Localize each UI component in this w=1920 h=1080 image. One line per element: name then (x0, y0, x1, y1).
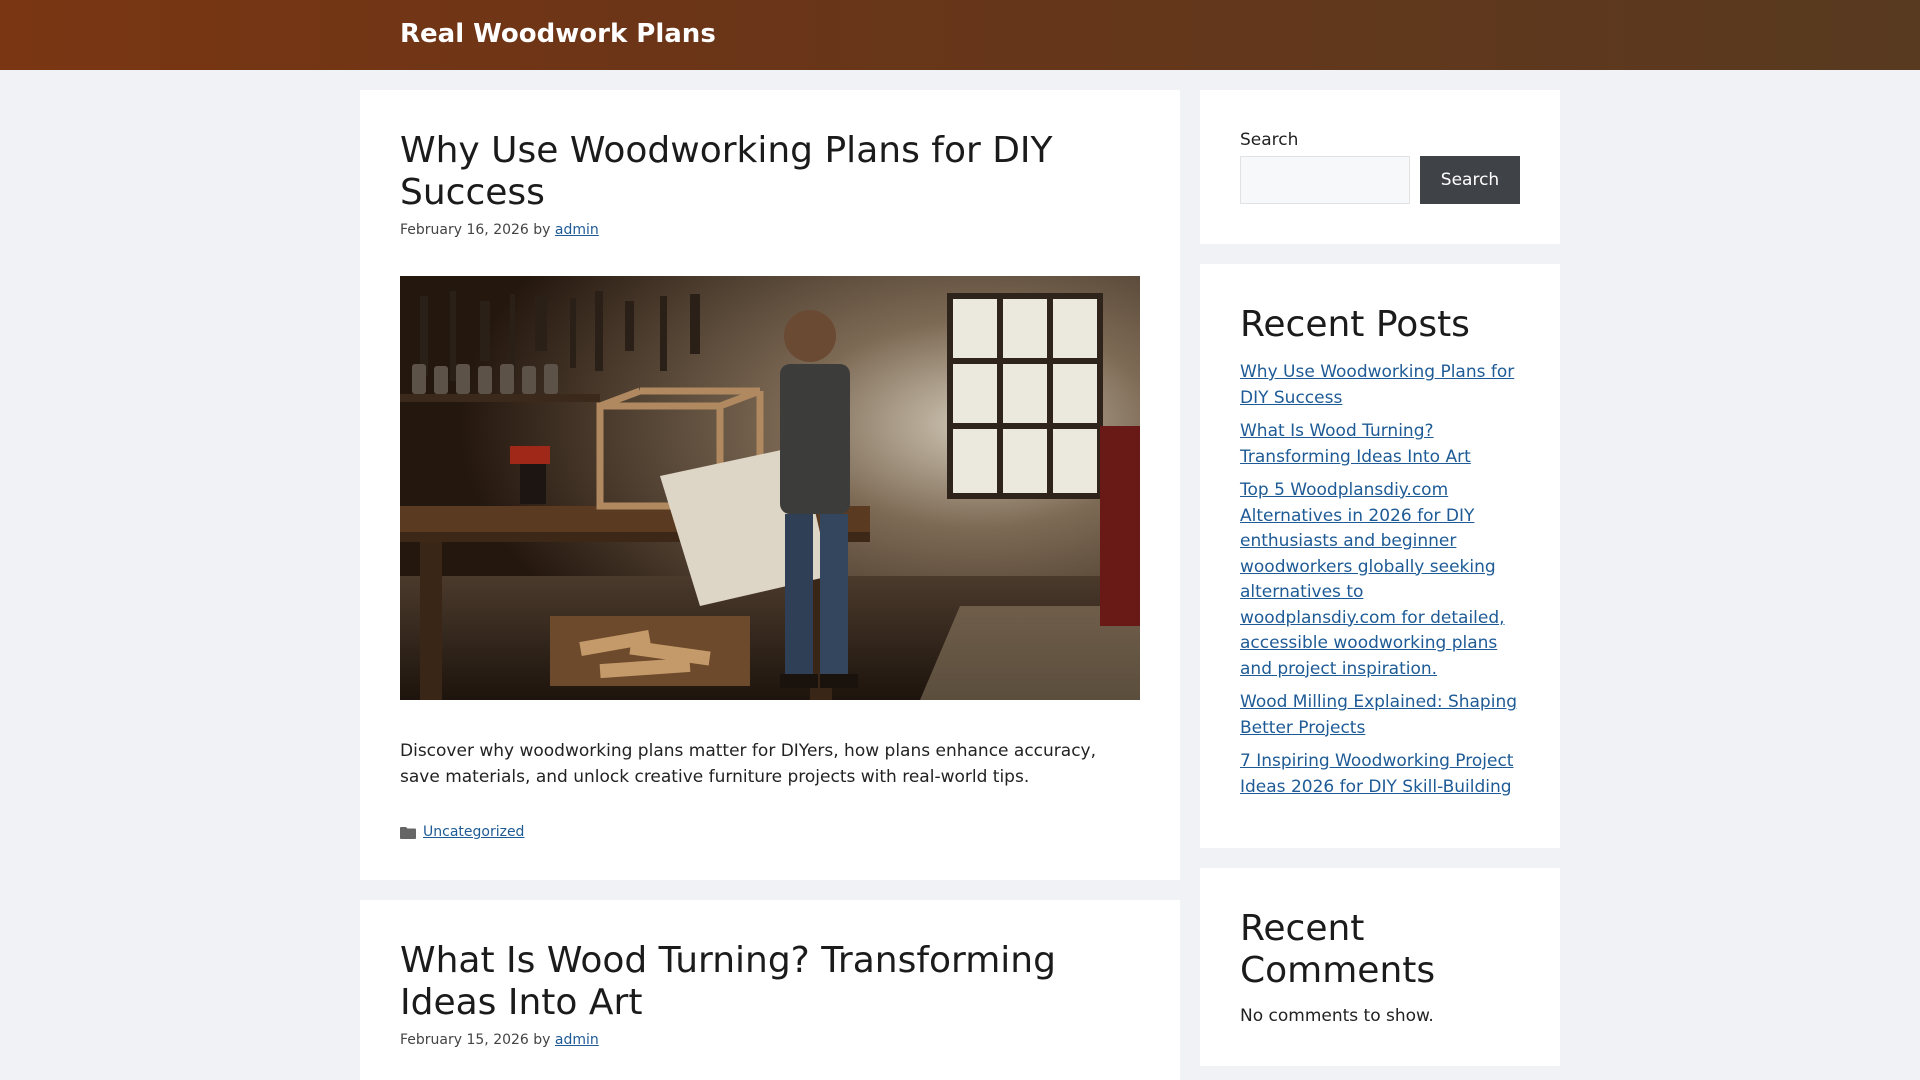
search-form: Search (1240, 156, 1520, 204)
post-excerpt: Discover why woodworking plans matter fo… (400, 741, 1097, 787)
recent-post-link[interactable]: Why Use Woodworking Plans for DIY Succes… (1240, 362, 1514, 408)
post-card: What Is Wood Turning? Transforming Ideas… (360, 900, 1180, 1080)
list-item: Wood Milling Explained: Shaping Better P… (1240, 690, 1520, 741)
recent-post-link[interactable]: Wood Milling Explained: Shaping Better P… (1240, 692, 1517, 738)
featured-image[interactable] (400, 276, 1140, 700)
post-title-text[interactable]: What Is Wood Turning? Transforming Ideas… (400, 940, 1056, 1023)
list-item: Top 5 Woodplansdiy.com Alternatives in 2… (1240, 478, 1520, 682)
search-widget: Search Search (1200, 90, 1560, 244)
site-title-link[interactable]: Real Woodwork Plans (400, 0, 716, 68)
recent-post-link[interactable]: 7 Inspiring Woodworking Project Ideas 20… (1240, 751, 1513, 797)
post-by-label: by (533, 1032, 551, 1048)
folder-icon (400, 826, 416, 839)
content-wrap: Why Use Woodworking Plans for DIY Succes… (360, 90, 1560, 1080)
list-item: 7 Inspiring Woodworking Project Ideas 20… (1240, 749, 1520, 800)
recent-posts-title: Recent Posts (1240, 304, 1470, 345)
site-header: Real Woodwork Plans (0, 0, 1920, 70)
post-author-link[interactable]: admin (555, 1032, 599, 1048)
search-button[interactable]: Search (1420, 156, 1520, 204)
post-meta: February 16, 2026 by admin (400, 222, 1140, 238)
post-card: Why Use Woodworking Plans for DIY Succes… (360, 90, 1180, 880)
list-item: What Is Wood Turning? Transforming Ideas… (1240, 419, 1520, 470)
no-comments-text: No comments to show. (1240, 1006, 1434, 1026)
recent-posts-widget: Recent Posts Why Use Woodworking Plans f… (1200, 264, 1560, 848)
post-by-label: by (533, 222, 551, 238)
sidebar: Search Search Recent Posts Why Use Woodw… (1200, 90, 1560, 1080)
list-item: Why Use Woodworking Plans for DIY Succes… (1240, 360, 1520, 411)
recent-post-link[interactable]: Top 5 Woodplansdiy.com Alternatives in 2… (1240, 480, 1505, 679)
recent-posts-list: Why Use Woodworking Plans for DIY Succes… (1240, 360, 1520, 800)
post-meta: February 15, 2026 by admin (400, 1032, 1140, 1048)
workshop-photo-illustration (400, 276, 1140, 700)
search-input[interactable] (1240, 156, 1410, 204)
recent-post-link[interactable]: What Is Wood Turning? Transforming Ideas… (1240, 421, 1471, 467)
category-link[interactable]: Uncategorized (423, 824, 524, 840)
post-date: February 15, 2026 (400, 1032, 529, 1048)
post-categories: Uncategorized (400, 824, 1140, 840)
post-title[interactable]: What Is Wood Turning? Transforming Ideas… (400, 940, 1140, 1024)
search-label: Search (1240, 130, 1299, 150)
post-title-text[interactable]: Why Use Woodworking Plans for DIY Succes… (400, 130, 1053, 213)
post-title[interactable]: Why Use Woodworking Plans for DIY Succes… (400, 130, 1140, 214)
post-date: February 16, 2026 (400, 222, 529, 238)
post-author-link[interactable]: admin (555, 222, 599, 238)
main-content: Why Use Woodworking Plans for DIY Succes… (360, 90, 1180, 1080)
recent-comments-widget: Recent Comments No comments to show. (1200, 868, 1560, 1066)
recent-comments-title: Recent Comments (1240, 908, 1436, 991)
